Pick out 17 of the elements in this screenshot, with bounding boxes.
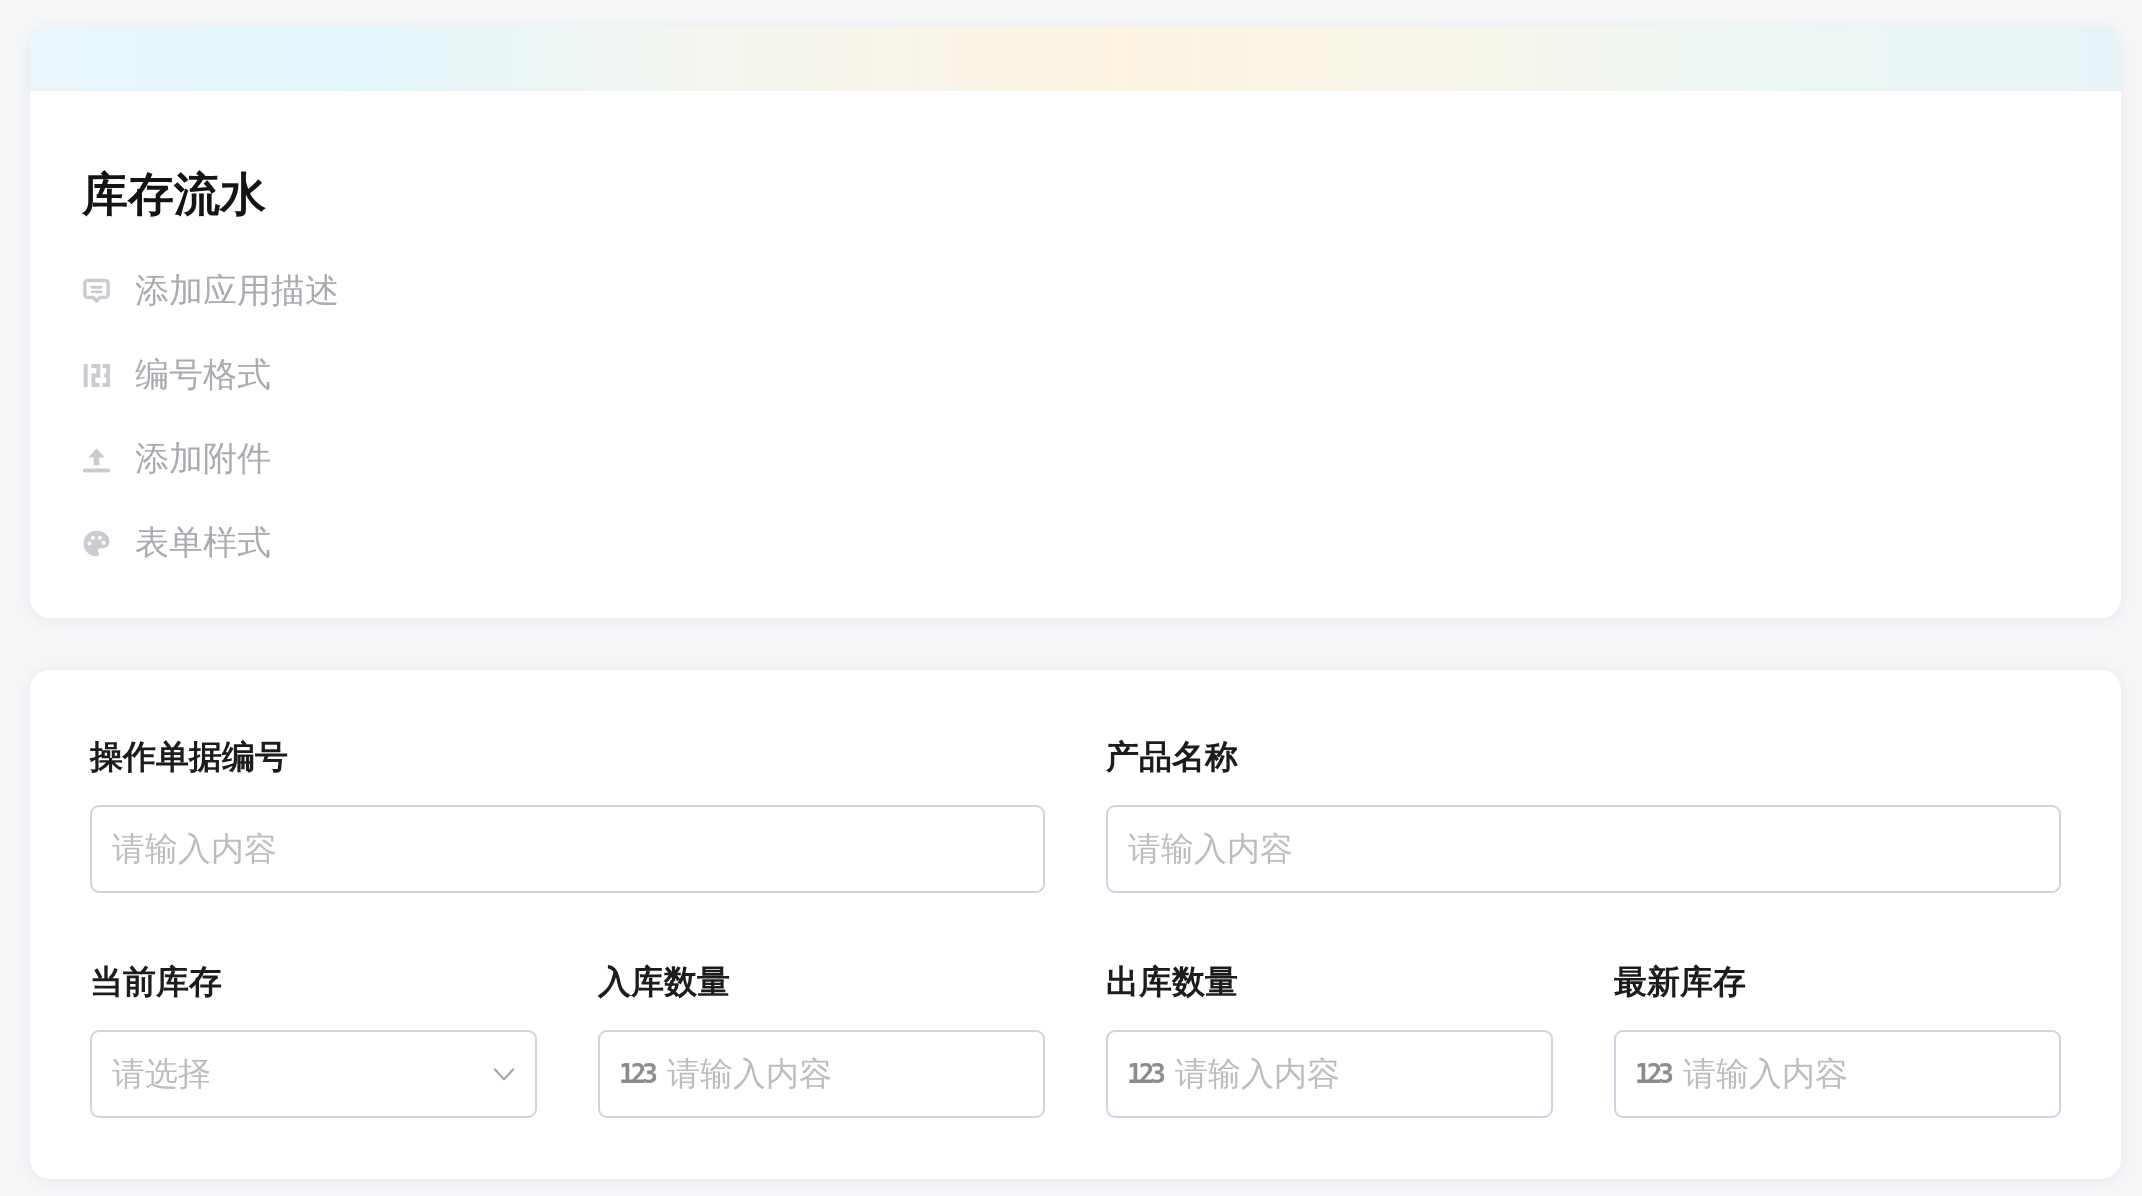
field-label: 入库数量 <box>598 962 730 1002</box>
field-label: 操作单据编号 <box>90 737 288 777</box>
field-label: 最新库存 <box>1614 962 1746 1002</box>
settings-option[interactable]: 表单样式 <box>81 501 271 585</box>
settings-option[interactable]: 添加附件 <box>81 417 271 501</box>
form-title: 库存流水 <box>81 167 266 222</box>
text-input-field[interactable]: 请输入内容 <box>1106 805 2061 893</box>
number-prefix: 123 <box>1127 1058 1162 1091</box>
number-prefix: 123 <box>1635 1058 1670 1091</box>
settings-option[interactable]: 编号格式 <box>81 333 271 417</box>
field-label: 产品名称 <box>1106 737 1238 777</box>
number-prefix: 123 <box>619 1058 654 1091</box>
text-input-field[interactable]: 请输入内容 <box>90 805 1045 893</box>
field-label: 当前库存 <box>90 962 222 1002</box>
select-field[interactable]: 请选择 <box>90 1030 537 1118</box>
settings-option[interactable]: 添加应用描述 <box>81 249 339 333</box>
field-label: 出库数量 <box>1106 962 1238 1002</box>
